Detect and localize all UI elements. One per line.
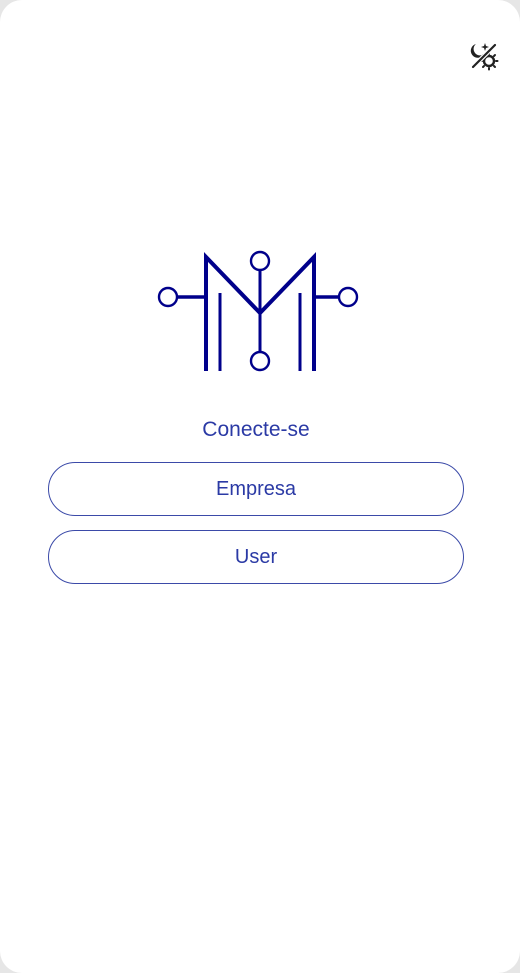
login-screen: Conecte-se Empresa User (0, 0, 520, 973)
theme-toggle-icon (470, 43, 499, 71)
login-title: Conecte-se (202, 418, 310, 441)
app-logo (150, 245, 370, 390)
theme-toggle-button[interactable] (466, 38, 502, 74)
m-circuit-logo-icon (157, 250, 359, 372)
user-button[interactable]: User (48, 530, 464, 584)
empresa-button[interactable]: Empresa (48, 462, 464, 516)
